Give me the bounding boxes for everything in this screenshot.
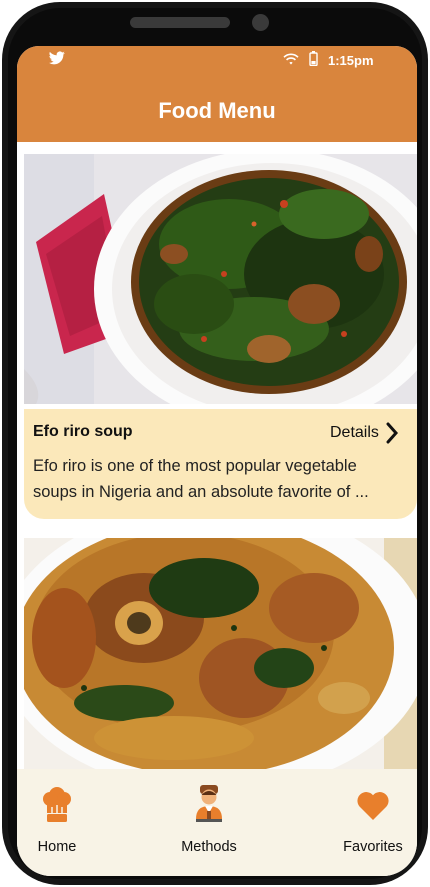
twitter-icon — [49, 51, 65, 65]
nav-favorites-label: Favorites — [343, 839, 403, 855]
chef-hat-icon — [43, 787, 71, 822]
food-list[interactable]: Efo riro soup Details Efo riro is one of… — [17, 142, 417, 769]
app-header: 1:15pm Food Menu — [17, 46, 417, 142]
phone-camera — [252, 14, 269, 31]
details-label: Details — [330, 424, 379, 441]
food-image[interactable] — [24, 154, 417, 404]
phone-frame: 1:15pm Food Menu Efo riro soup Details E… — [2, 2, 428, 885]
battery-icon — [309, 51, 318, 66]
status-bar: 1:15pm — [17, 46, 417, 76]
nav-methods[interactable]: Methods — [169, 769, 249, 876]
food-card[interactable]: Efo riro soup Details Efo riro is one of… — [24, 409, 417, 519]
heart-icon — [357, 792, 389, 820]
wifi-icon — [283, 53, 299, 65]
chevron-right-icon — [386, 422, 398, 444]
chef-avatar-icon — [196, 785, 222, 822]
page-title: Food Menu — [158, 98, 276, 123]
status-time: 1:15pm — [328, 53, 374, 68]
phone-speaker — [130, 17, 230, 28]
nav-home-label: Home — [37, 839, 77, 855]
efo-riro-image — [24, 154, 417, 404]
app-screen: 1:15pm Food Menu Efo riro soup Details E… — [17, 46, 417, 876]
food-description: Efo riro is one of the most popular vege… — [33, 457, 369, 501]
nav-favorites[interactable]: Favorites — [333, 769, 413, 876]
stew-image — [24, 538, 417, 769]
nav-home[interactable]: Home — [17, 769, 97, 876]
bottom-nav: Home Methods Favorites — [17, 769, 417, 876]
food-image[interactable] — [24, 538, 417, 769]
nav-methods-label: Methods — [181, 839, 237, 855]
details-link[interactable]: Details — [330, 421, 399, 445]
food-title: Efo riro soup — [33, 423, 133, 440]
